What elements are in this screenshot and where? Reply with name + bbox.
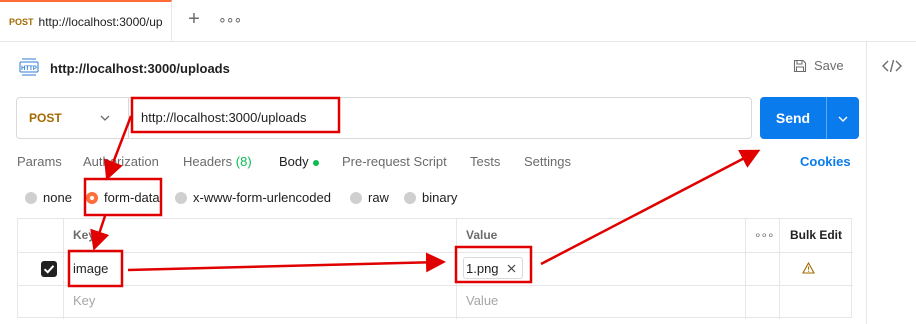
tab-headers-label: Headers (183, 154, 233, 169)
tab-method: POST (9, 17, 34, 27)
column-header-key: Key (73, 228, 96, 242)
row-key-input[interactable]: image (73, 261, 108, 276)
radio-none[interactable]: none (25, 190, 72, 205)
column-divider (63, 219, 64, 319)
column-options-icon[interactable]: ∘∘∘ (754, 219, 775, 252)
tab-bar: POST http://localhost:3000/up + ∘∘∘ (0, 0, 916, 42)
radio-circle (25, 191, 37, 204)
check-icon (43, 265, 55, 274)
save-label: Save (814, 58, 844, 73)
radio-raw[interactable]: raw (350, 190, 389, 205)
tab-body[interactable]: Body (279, 154, 319, 169)
column-header-value: Value (466, 228, 498, 242)
column-divider (745, 219, 746, 319)
save-icon (793, 59, 807, 72)
code-icon[interactable] (882, 58, 902, 74)
remove-file-icon[interactable] (507, 264, 516, 273)
radio-circle (175, 191, 187, 204)
tab-settings[interactable]: Settings (524, 154, 571, 169)
radio-raw-label: raw (368, 190, 389, 205)
row-divider (18, 285, 853, 286)
column-divider (456, 219, 457, 319)
tab-headers[interactable]: Headers (8) (183, 154, 252, 169)
save-button[interactable]: Save (793, 58, 844, 73)
row-divider (18, 252, 853, 253)
send-button[interactable]: Send (760, 97, 859, 139)
file-chip[interactable]: 1.png (463, 257, 523, 279)
method-value: POST (29, 111, 62, 125)
headers-count: (8) (235, 154, 252, 169)
radio-circle-selected (86, 191, 98, 204)
warning-icon[interactable] (802, 262, 815, 274)
radio-none-label: none (43, 190, 72, 205)
tab-url: http://localhost:3000/up (38, 15, 163, 29)
radio-urlencoded-label: x-www-form-urlencoded (193, 190, 331, 205)
radio-circle (350, 191, 362, 204)
right-sidebar (866, 42, 916, 324)
tab-params[interactable]: Params (17, 154, 62, 169)
radio-circle (404, 191, 416, 204)
send-options-chevron-icon[interactable] (837, 113, 849, 125)
tab-pre-request-script[interactable]: Pre-request Script (342, 154, 447, 169)
new-value-input[interactable]: Value (466, 293, 498, 308)
radio-binary-label: binary (422, 190, 458, 205)
row-enabled-checkbox[interactable] (41, 261, 57, 277)
new-key-input[interactable]: Key (73, 293, 95, 308)
svg-text:HTTP: HTTP (21, 66, 37, 72)
http-request-icon: HTTP (19, 58, 39, 76)
body-active-dot (312, 159, 319, 166)
tab-tests[interactable]: Tests (470, 154, 500, 169)
form-data-table: Key Value ∘∘∘ Bulk Edit image 1.png Key … (17, 218, 853, 319)
radio-form-data[interactable]: form-data (86, 190, 160, 205)
url-input[interactable]: http://localhost:3000/uploads (141, 110, 307, 125)
send-divider (826, 97, 827, 139)
more-tabs-icon[interactable]: ∘∘∘ (218, 11, 242, 28)
radio-x-www-form-urlencoded[interactable]: x-www-form-urlencoded (175, 190, 331, 205)
new-tab-button[interactable]: + (184, 9, 204, 30)
tab-authorization[interactable]: Authorization (83, 154, 159, 169)
request-title[interactable]: http://localhost:3000/uploads (50, 61, 230, 76)
file-name: 1.png (466, 260, 499, 276)
url-bar: POST http://localhost:3000/uploads (16, 97, 752, 139)
tab-body-label: Body (279, 154, 309, 169)
request-tab[interactable]: POST http://localhost:3000/up (0, 0, 172, 42)
send-label: Send (775, 110, 811, 126)
method-select[interactable]: POST (17, 98, 129, 138)
cookies-link[interactable]: Cookies (800, 154, 851, 169)
column-divider (779, 219, 780, 319)
radio-binary[interactable]: binary (404, 190, 457, 205)
radio-form-data-label: form-data (104, 190, 160, 205)
chevron-down-icon (100, 115, 110, 121)
bulk-edit-button[interactable]: Bulk Edit (790, 219, 842, 252)
